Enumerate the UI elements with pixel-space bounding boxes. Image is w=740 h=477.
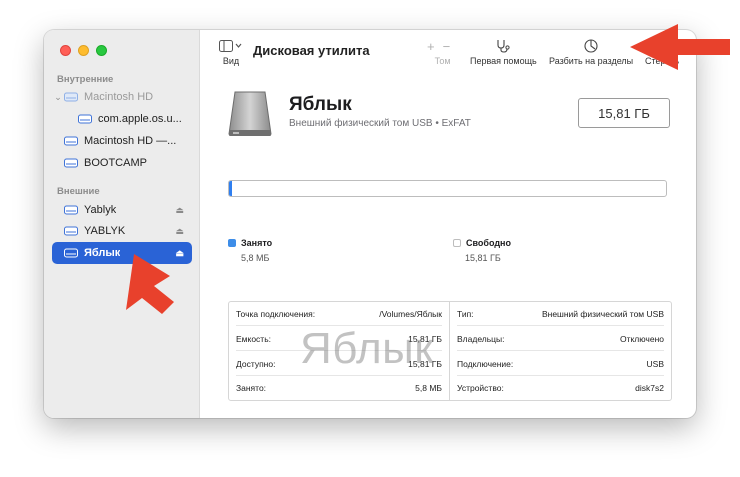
eject-icon[interactable]: ⏏ <box>175 205 184 216</box>
minimize-window-button[interactable] <box>78 45 89 56</box>
info-value: Внешний физический том USB <box>541 308 664 319</box>
used-label: Занято <box>241 238 273 248</box>
volume-icon <box>64 136 78 146</box>
volume-name: Яблык <box>289 94 352 115</box>
sidebar-item-label: Яблык <box>84 247 121 259</box>
eject-icon[interactable]: ⏏ <box>175 226 184 237</box>
info-value: /Volumes/Яблык <box>379 308 442 319</box>
sidebar-item-label: Yablyk <box>84 204 117 216</box>
sidebar-item-com-apple-os-update[interactable]: com.apple.os.u... <box>52 108 192 130</box>
info-row: Точка подключения: /Volumes/Яблык <box>236 302 442 326</box>
window-title: Дисковая утилита <box>253 43 370 58</box>
view-button[interactable]: Вид <box>219 36 243 66</box>
annotation-arrow-erase <box>630 24 730 70</box>
free-value: 15,81 ГБ <box>465 253 501 263</box>
volume-button-label: Том <box>434 56 451 66</box>
sidebar: Внутренние ⌄ Macintosh HD com.apple.os.u… <box>44 30 200 418</box>
volume-size-box: 15,81 ГБ <box>578 98 670 128</box>
info-key: Доступно: <box>236 358 276 369</box>
free-swatch <box>453 239 461 247</box>
chevron-down-icon[interactable]: ⌄ <box>52 92 64 103</box>
info-value: USB <box>646 358 664 369</box>
info-value: disk7s2 <box>635 383 664 393</box>
sidebar-item-yablyk-caps[interactable]: YABLYK ⏏ <box>52 220 192 242</box>
sidebar-item-yablyk[interactable]: Yablyk ⏏ <box>52 199 192 221</box>
sidebar-item-macintosh-hd-data[interactable]: Macintosh HD —... <box>52 130 192 152</box>
info-key: Емкость: <box>236 333 271 344</box>
info-value: 5,8 МБ <box>415 383 442 393</box>
info-key: Точка подключения: <box>236 308 316 319</box>
info-divider <box>449 302 450 400</box>
used-value: 5,8 МБ <box>241 253 270 263</box>
sidebar-toggle-icon <box>219 36 243 56</box>
watermark: Яблык <box>300 324 435 373</box>
info-key: Тип: <box>457 308 474 319</box>
first-aid-button-label: Первая помощь <box>470 56 537 66</box>
close-window-button[interactable] <box>60 45 71 56</box>
sidebar-item-bootcamp[interactable]: BOOTCAMP <box>52 152 192 174</box>
annotation-arrow-volume <box>126 254 174 314</box>
external-disk-icon <box>64 248 78 258</box>
info-row: Владельцы: Отключено <box>457 327 664 351</box>
sidebar-section-internal: Внутренние <box>57 74 114 85</box>
usage-bar <box>228 180 667 197</box>
internal-disk-icon <box>64 92 78 102</box>
sidebar-item-label: Macintosh HD —... <box>84 135 177 147</box>
info-key: Подключение: <box>457 358 514 369</box>
partition-button-label: Разбить на разделы <box>549 56 634 66</box>
toolbar: Вид Дисковая утилита +− Том Первая помощ… <box>201 30 696 76</box>
sidebar-item-label: com.apple.os.u... <box>98 113 182 125</box>
info-key: Устройство: <box>457 383 504 393</box>
info-row: Подключение: USB <box>457 352 664 376</box>
volume-icon <box>64 158 78 168</box>
window-controls <box>60 45 107 56</box>
sidebar-item-macintosh-hd[interactable]: ⌄ Macintosh HD <box>52 86 192 108</box>
external-disk-icon <box>64 226 78 236</box>
zoom-window-button[interactable] <box>96 45 107 56</box>
used-legend: Занято <box>228 238 272 248</box>
volume-icon <box>78 114 92 124</box>
first-aid-button[interactable]: Первая помощь <box>470 36 537 66</box>
usage-bar-used-fill <box>229 181 232 196</box>
sidebar-item-label: Macintosh HD <box>84 91 154 103</box>
used-swatch <box>228 239 236 247</box>
main-content: Яблык Внешний физический том USB • ExFAT… <box>201 76 696 418</box>
info-value: Отключено <box>619 333 664 344</box>
view-button-label: Вид <box>222 56 240 66</box>
external-drive-icon <box>227 90 273 143</box>
sidebar-item-label: YABLYK <box>84 225 126 237</box>
volume-add-remove-button[interactable]: +− Том <box>427 36 459 67</box>
external-disk-icon <box>64 205 78 215</box>
info-table: Точка подключения: /Volumes/Яблык Емкост… <box>228 301 672 401</box>
info-row: Занято: 5,8 МБ <box>236 376 442 400</box>
free-legend: Свободно <box>453 238 511 248</box>
sidebar-section-external: Внешние <box>57 186 100 197</box>
partition-button[interactable]: Разбить на разделы <box>549 36 633 66</box>
info-row: Тип: Внешний физический том USB <box>457 302 664 326</box>
info-key: Занято: <box>236 383 267 393</box>
stethoscope-icon <box>495 36 511 56</box>
info-row: Устройство: disk7s2 <box>457 376 664 400</box>
info-key: Владельцы: <box>457 333 505 344</box>
plus-minus-icon: +− <box>427 38 459 54</box>
volume-subtitle: Внешний физический том USB • ExFAT <box>289 118 471 129</box>
pie-partition-icon <box>584 36 598 56</box>
free-label: Свободно <box>466 238 511 248</box>
sidebar-item-label: BOOTCAMP <box>84 157 147 169</box>
